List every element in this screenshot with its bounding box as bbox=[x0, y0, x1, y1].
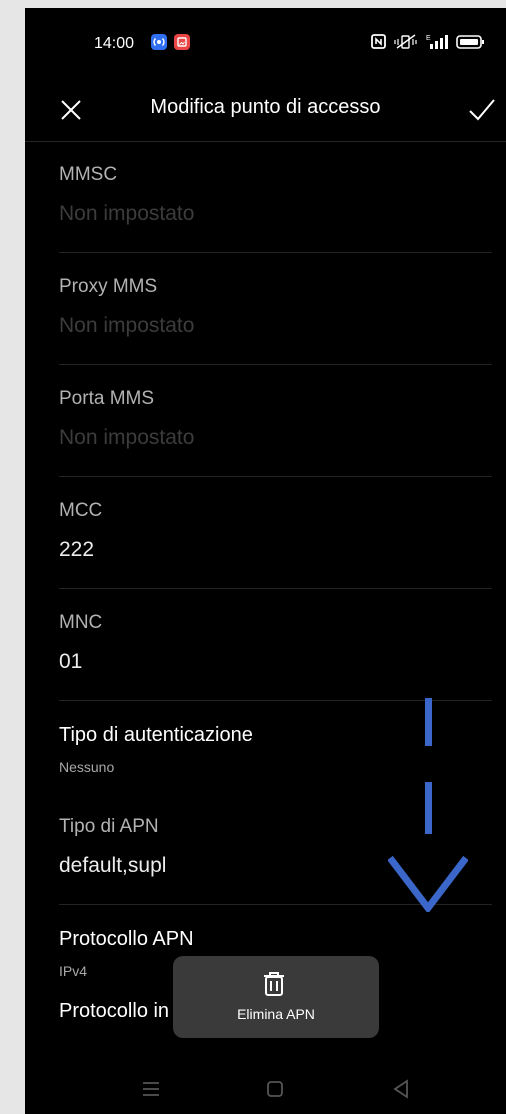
app-bar: Modifica punto di accesso bbox=[25, 80, 506, 140]
divider bbox=[59, 476, 492, 477]
page-title: Modifica punto di accesso bbox=[150, 96, 381, 118]
field-value: Non impostato bbox=[59, 426, 195, 449]
select-value: IPv4 bbox=[59, 963, 88, 979]
app-bar-divider bbox=[25, 141, 506, 142]
back-icon[interactable] bbox=[389, 1077, 413, 1101]
trash-icon bbox=[264, 972, 284, 996]
nfc-icon bbox=[371, 34, 386, 49]
status-time: 14:00 bbox=[94, 35, 135, 52]
select-label: Tipo di autenticazione bbox=[59, 724, 253, 746]
system-status-icons: E bbox=[371, 34, 484, 49]
divider bbox=[59, 364, 492, 365]
menu-icon[interactable] bbox=[139, 1077, 163, 1101]
home-icon[interactable] bbox=[263, 1077, 287, 1101]
scroll-hint-bar bbox=[425, 698, 432, 746]
signal-icon: E bbox=[426, 35, 448, 49]
field-value: 01 bbox=[59, 650, 83, 673]
field-label: Tipo di APN bbox=[59, 816, 159, 837]
select-label: Protocollo APN bbox=[59, 928, 194, 950]
field-value: default,supl bbox=[59, 854, 167, 877]
chevron-down-icon bbox=[388, 856, 468, 912]
divider bbox=[59, 588, 492, 589]
status-bar: 14:00 E bbox=[25, 8, 506, 68]
field-label: MNC bbox=[59, 612, 103, 633]
field-label: Porta MMS bbox=[59, 388, 155, 409]
screenshot-icon bbox=[174, 34, 190, 50]
field-value: 222 bbox=[59, 538, 95, 561]
divider bbox=[59, 252, 492, 253]
select-value: Nessuno bbox=[59, 759, 115, 775]
battery-icon bbox=[456, 35, 484, 49]
delete-apn-toast[interactable]: Elimina APN bbox=[173, 956, 379, 1038]
field-label: Proxy MMS bbox=[59, 276, 158, 297]
svg-text:E: E bbox=[426, 35, 431, 42]
field-label: MMSC bbox=[59, 164, 118, 185]
toast-label: Elimina APN bbox=[237, 1006, 315, 1022]
vibrate-icon bbox=[394, 34, 417, 49]
field-value: Non impostato bbox=[59, 202, 195, 225]
field-value: Non impostato bbox=[59, 314, 195, 337]
field-label: MCC bbox=[59, 500, 103, 521]
navigation-bar bbox=[25, 1063, 506, 1114]
phone-screen: 14:00 E Modifica punto di accesso MMSC N… bbox=[25, 8, 506, 1114]
hotspot-icon bbox=[151, 34, 167, 50]
check-icon[interactable] bbox=[466, 94, 498, 126]
scroll-hint-bar bbox=[425, 782, 432, 834]
